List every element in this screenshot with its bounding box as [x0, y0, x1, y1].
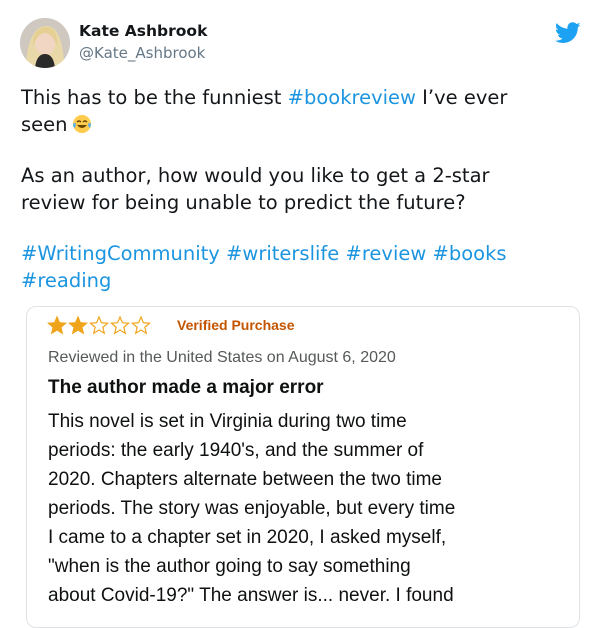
- review-body-line: about Covid-19?" The answer is... never.…: [48, 585, 454, 606]
- verified-purchase-badge: Verified Purchase: [177, 317, 295, 333]
- star-empty-icon: [109, 315, 131, 335]
- hashtag-link[interactable]: #review: [346, 242, 427, 265]
- review-body-line: 2020. Chapters alternate between the two…: [48, 469, 442, 490]
- review-body-line: This novel is set in Virginia during two…: [48, 411, 407, 432]
- tweet-text-line-1: This has to be the funniest #bookreview …: [21, 84, 586, 111]
- review-title: The author made a major error: [48, 377, 324, 398]
- hashtag-row-2: #reading: [21, 267, 586, 294]
- tweet-text-line-3: As an author, how would you like to get …: [21, 164, 490, 187]
- review-body-line: "when is the author going to say somethi…: [48, 556, 411, 577]
- tweet-card: Kate Ashbrook @Kate_Ashbrook This has to…: [0, 0, 600, 628]
- review-screenshot-card[interactable]: Verified Purchase Reviewed in the United…: [26, 306, 580, 628]
- tweet-text-line-4: review for being unable to predict the f…: [21, 191, 466, 214]
- twitter-bird-icon[interactable]: [555, 22, 581, 44]
- tweet-text: I’ve ever: [415, 86, 508, 109]
- hashtag-link[interactable]: #bookreview: [288, 86, 416, 109]
- star-filled-icon: [67, 315, 89, 335]
- review-date: Reviewed in the United States on August …: [48, 349, 396, 366]
- face-with-tears-of-joy-icon: [72, 115, 91, 133]
- author-handle[interactable]: @Kate_Ashbrook: [79, 44, 205, 62]
- star-filled-icon: [47, 315, 68, 335]
- review-body-line: I came to a chapter set in 2020, I asked…: [48, 527, 447, 548]
- author-name[interactable]: Kate Ashbrook: [79, 22, 207, 40]
- hashtag-link[interactable]: #reading: [21, 269, 111, 292]
- review-body-line: periods. The story was enjoyable, but ev…: [48, 498, 456, 519]
- review-body-line: periods: the early 1940's, and the summe…: [48, 440, 424, 461]
- hashtag-link[interactable]: #books: [433, 242, 507, 265]
- tweet-text: This has to be the funniest: [21, 86, 288, 109]
- hashtag-row-1: #WritingCommunity #writerslife #review #…: [21, 240, 586, 267]
- author-avatar[interactable]: [20, 18, 70, 68]
- tweet-text: seen: [21, 113, 68, 136]
- star-rating: [47, 315, 152, 335]
- star-empty-icon: [130, 315, 152, 335]
- tweet-text-line-2: seen: [21, 111, 586, 138]
- avatar-photo: [20, 18, 70, 68]
- hashtag-link[interactable]: #writerslife: [226, 242, 339, 265]
- hashtag-link[interactable]: #WritingCommunity: [21, 242, 220, 265]
- star-empty-icon: [88, 315, 110, 335]
